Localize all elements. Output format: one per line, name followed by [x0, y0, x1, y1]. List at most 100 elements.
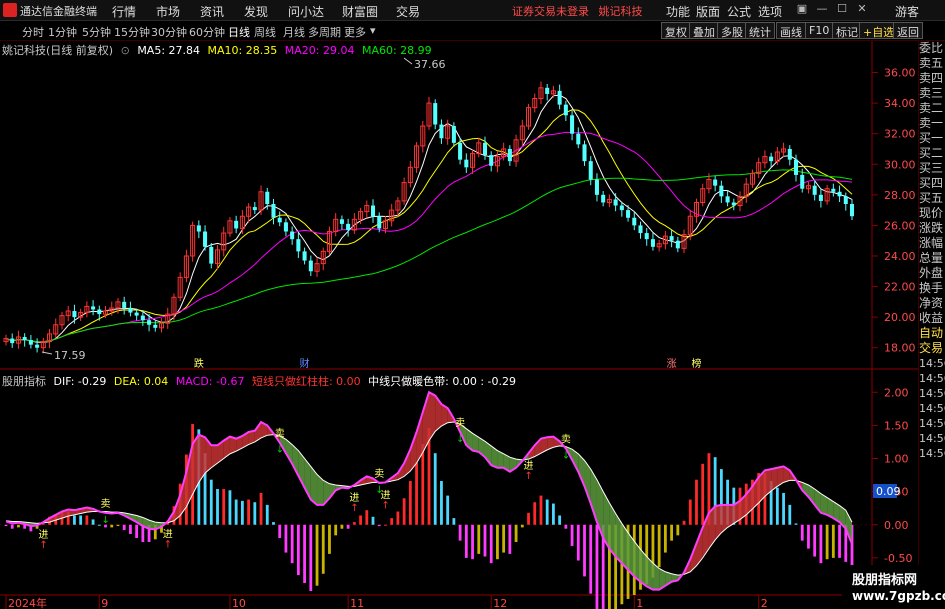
event-marker: 涨: [667, 358, 677, 370]
f10-button[interactable]: F10: [805, 22, 834, 39]
side-item[interactable]: 买三: [919, 161, 945, 176]
side-item[interactable]: 14:56: [919, 446, 945, 461]
event-marker: 财: [300, 357, 310, 370]
tab-5min[interactable]: 5分钟: [82, 24, 111, 40]
overlay-button[interactable]: 叠加: [689, 22, 719, 39]
side-item[interactable]: 外盘: [919, 266, 945, 281]
trade-status[interactable]: 证券交易未登录: [512, 5, 589, 18]
mark-button[interactable]: 标记: [832, 22, 862, 39]
ma5-line: [5, 94, 853, 344]
side-item[interactable]: 卖三: [919, 86, 945, 101]
side-item[interactable]: 14:56: [919, 356, 945, 371]
menu-layout[interactable]: 版面: [696, 3, 720, 20]
tab-multi-period[interactable]: 多周期: [308, 24, 341, 40]
side-item[interactable]: 委比: [919, 41, 945, 56]
indicator-title[interactable]: 股朋指标: [2, 375, 46, 388]
side-item[interactable]: 交易: [919, 341, 945, 356]
menu-function[interactable]: 功能: [666, 3, 690, 20]
adjust-button[interactable]: 复权: [661, 22, 691, 39]
menu-trade[interactable]: 交易: [396, 3, 420, 20]
side-item[interactable]: 买二: [919, 146, 945, 161]
side-item[interactable]: 换手: [919, 281, 945, 296]
macd-bar: [663, 524, 667, 553]
tab-1min[interactable]: 1分钟: [48, 24, 77, 40]
side-item[interactable]: 14:56: [919, 431, 945, 446]
side-item[interactable]: 买一: [919, 131, 945, 146]
macd-bar: [831, 524, 835, 558]
menu-discover[interactable]: 发现: [244, 3, 268, 20]
side-item[interactable]: 卖四: [919, 71, 945, 86]
side-item[interactable]: 买四: [919, 176, 945, 191]
tab-15min[interactable]: 15分钟: [114, 24, 150, 40]
macd-bar: [402, 498, 406, 525]
tab-timeshare[interactable]: 分时: [22, 24, 44, 40]
side-item[interactable]: 净资: [919, 296, 945, 311]
chart-canvas[interactable]: 36.0034.0032.0030.0028.0026.0024.0022.00…: [0, 41, 918, 609]
side-item[interactable]: 涨跌: [919, 221, 945, 236]
candle-body: [283, 222, 288, 232]
macd-bar: [807, 524, 810, 549]
up-arrow-icon: ↑: [350, 503, 358, 514]
tab-monthly[interactable]: 月线: [283, 24, 305, 40]
candle-body: [302, 251, 307, 261]
side-item[interactable]: 现价: [919, 206, 945, 221]
sell-signal-label: 卖: [374, 468, 384, 480]
candle-body: [35, 344, 40, 348]
menu-ask[interactable]: 问小达: [288, 3, 324, 20]
draw-line-button[interactable]: 画线: [776, 22, 806, 39]
side-item[interactable]: 卖五: [919, 56, 945, 71]
macd-bar: [91, 519, 95, 525]
macd-bar: [782, 492, 785, 525]
back-button[interactable]: 返回: [893, 22, 923, 39]
side-item[interactable]: 自动: [919, 326, 945, 341]
macd-bar: [110, 524, 114, 528]
candle-body: [507, 148, 512, 162]
side-item[interactable]: 收益: [919, 311, 945, 326]
side-item[interactable]: 买五: [919, 191, 945, 206]
date-axis: 2024年 9 10 11 12 1 2: [5, 595, 768, 609]
statistics-button[interactable]: 统计: [745, 22, 775, 39]
high-price-label: 37.66: [414, 58, 446, 71]
indicator-tick-label: 1.00: [884, 453, 909, 466]
candle-body: [619, 205, 624, 211]
side-item[interactable]: 14:56: [919, 371, 945, 386]
tab-daily[interactable]: 日线: [228, 24, 250, 40]
close-icon[interactable]: ✕: [855, 2, 869, 17]
candle-body: [482, 142, 488, 156]
tab-30min[interactable]: 30分钟: [151, 24, 187, 40]
side-item[interactable]: 14:56: [919, 386, 945, 401]
candle-body: [644, 233, 649, 240]
maximize-icon[interactable]: ☐: [835, 2, 849, 17]
menu-formula[interactable]: 公式: [727, 3, 751, 20]
date-tick-label: 1: [636, 597, 643, 609]
candle-body: [787, 148, 792, 160]
sell-signal-label: 卖: [275, 428, 285, 440]
side-item[interactable]: 卖一: [919, 116, 945, 131]
minimize-icon[interactable]: —: [815, 2, 829, 17]
tab-more[interactable]: 更多: [344, 24, 366, 40]
guest-label[interactable]: 游客: [895, 3, 919, 20]
side-item[interactable]: 涨幅: [919, 236, 945, 251]
price-tick-label: 28.00: [884, 189, 916, 202]
more-dropdown-icon[interactable]: ▾: [370, 24, 376, 37]
multi-stock-button[interactable]: 多股: [717, 22, 747, 39]
settings-icon[interactable]: ⊙: [121, 44, 130, 57]
menu-quotes[interactable]: 行情: [112, 3, 136, 20]
candle-body: [570, 115, 575, 134]
menu-market[interactable]: 市场: [156, 3, 180, 20]
tab-60min[interactable]: 60分钟: [189, 24, 225, 40]
high-price-marker: 37.66: [403, 57, 446, 71]
candle-body: [650, 239, 655, 247]
side-item[interactable]: 总量: [919, 251, 945, 266]
side-item[interactable]: 14:56: [919, 401, 945, 416]
candle-body: [439, 124, 444, 139]
side-item[interactable]: 14:56: [919, 416, 945, 431]
menu-options[interactable]: 选项: [758, 3, 782, 20]
side-item[interactable]: 卖二: [919, 101, 945, 116]
menu-news[interactable]: 资讯: [200, 3, 224, 20]
skin-icon[interactable]: ▣: [795, 2, 809, 17]
macd-bar: [4, 524, 8, 527]
menu-wealth[interactable]: 财富圈: [342, 3, 378, 20]
macd-bar: [234, 499, 238, 525]
tab-weekly[interactable]: 周线: [254, 24, 276, 40]
